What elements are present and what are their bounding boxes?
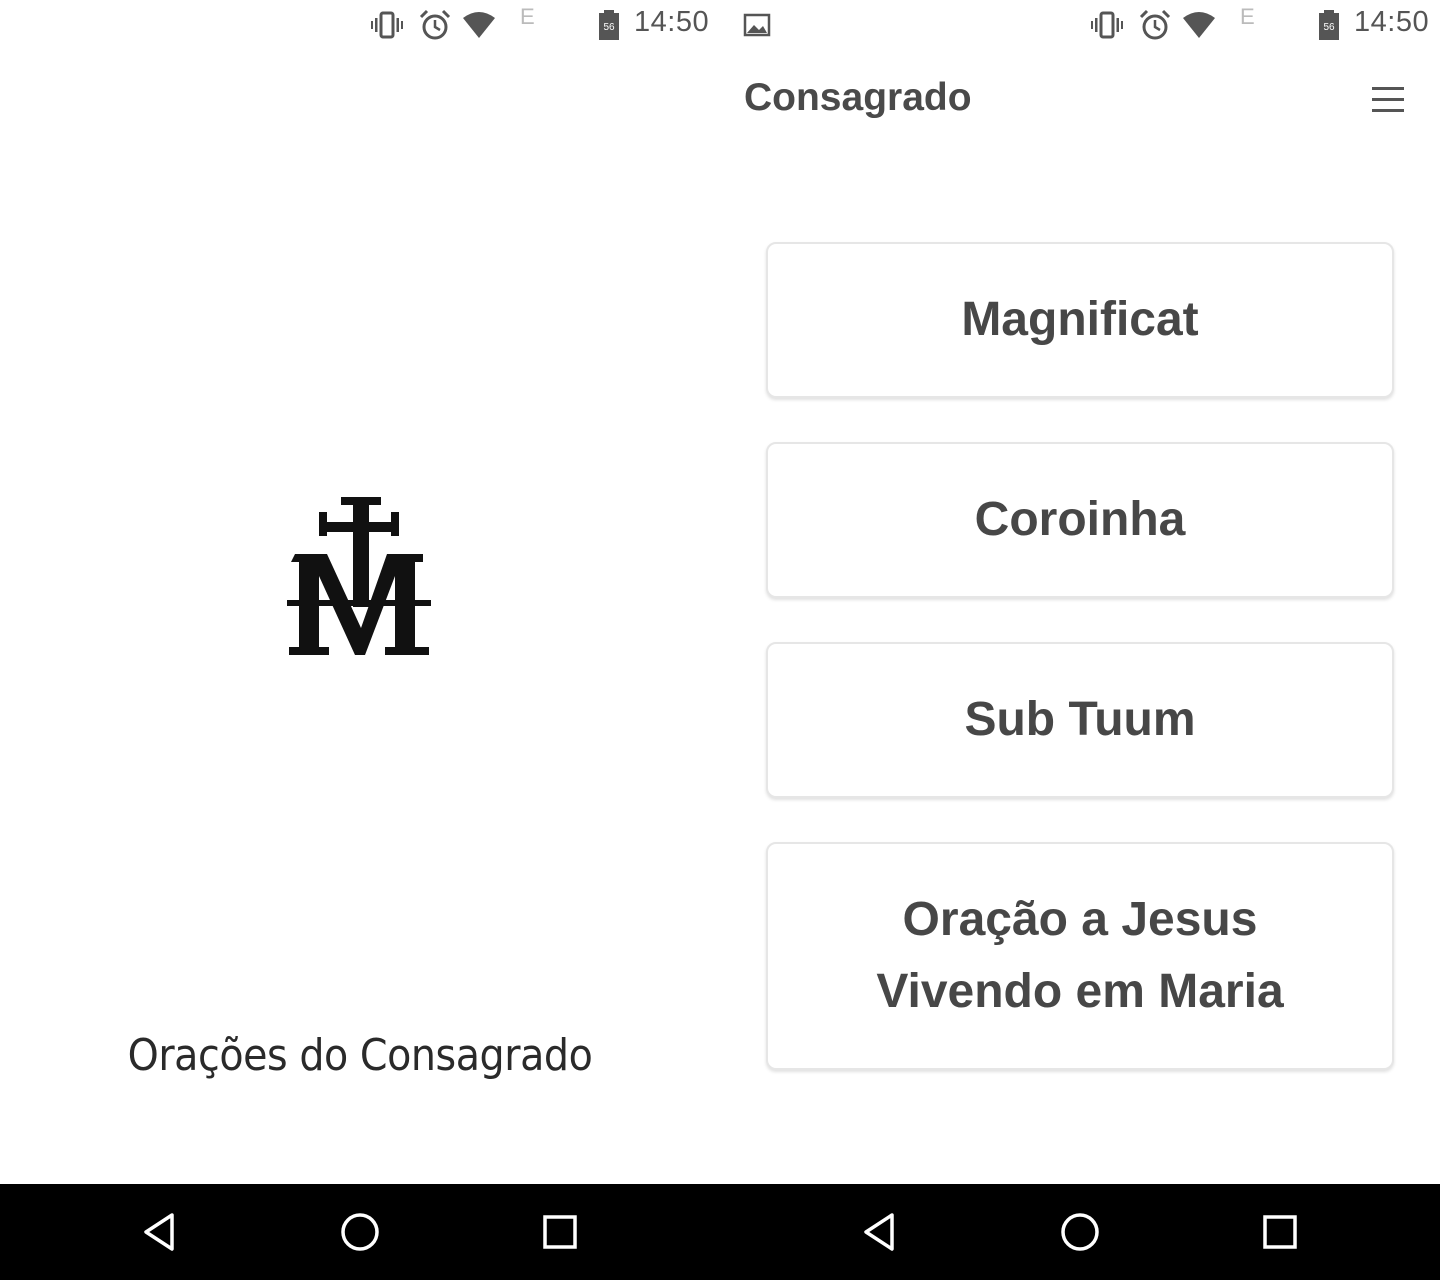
wifi-icon — [462, 8, 496, 42]
prayer-button-sub-tuum[interactable]: Sub Tuum — [766, 642, 1394, 798]
status-time: 14:50 — [1354, 6, 1430, 38]
status-bar: E 56 14:50 — [0, 0, 720, 50]
prayer-button-magnificat[interactable]: Magnificat — [766, 242, 1394, 398]
prayers-screen: E 56 14:50 Consagrado Magnificat Coroinh… — [720, 0, 1440, 1184]
network-type-label: E — [1240, 4, 1255, 29]
page-title: Consagrado — [744, 76, 972, 119]
image-notification-icon — [742, 8, 772, 42]
prayer-button-coroinha[interactable]: Coroinha — [766, 442, 1394, 598]
prayer-button-oracao-jesus-vivendo-em-maria[interactable]: Oração a Jesus Vivendo em Maria — [766, 842, 1394, 1070]
system-nav-bar — [0, 1184, 1440, 1280]
home-icon[interactable] — [338, 1210, 382, 1254]
battery-icon: 56 — [1316, 8, 1342, 42]
splash-title: Orações do Consagrado — [127, 1030, 593, 1081]
vibrate-icon — [370, 8, 404, 42]
alarm-icon — [1138, 8, 1172, 42]
recents-icon[interactable] — [1258, 1210, 1302, 1254]
battery-level: 56 — [603, 22, 615, 33]
battery-icon: 56 — [596, 8, 622, 42]
home-icon[interactable] — [1058, 1210, 1102, 1254]
splash-screen: E 56 14:50 Orações do Consagrado — [0, 0, 720, 1184]
recents-icon[interactable] — [538, 1210, 582, 1254]
back-icon[interactable] — [858, 1210, 902, 1254]
back-icon[interactable] — [138, 1210, 182, 1254]
battery-level: 56 — [1323, 22, 1335, 33]
marian-monogram-logo — [283, 492, 435, 662]
network-type-label: E — [520, 4, 535, 29]
status-time: 14:50 — [634, 6, 710, 38]
alarm-icon — [418, 8, 452, 42]
hamburger-menu-icon[interactable] — [1368, 84, 1406, 114]
wifi-icon — [1182, 8, 1216, 42]
status-bar: E 56 14:50 — [720, 0, 1440, 50]
vibrate-icon — [1090, 8, 1124, 42]
